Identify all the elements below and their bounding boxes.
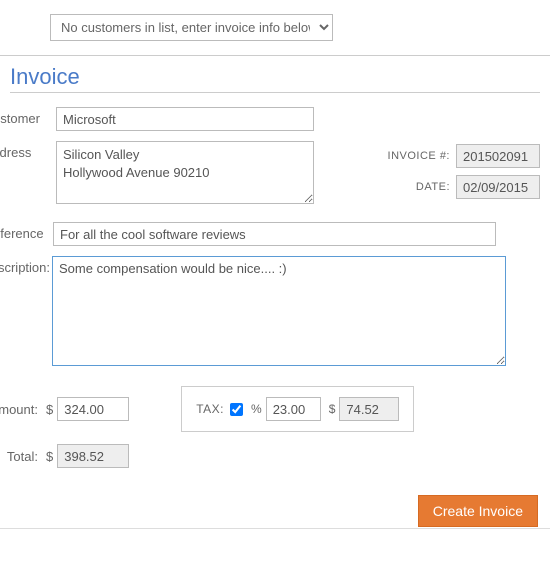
tax-box: TAX: % $ xyxy=(181,386,414,432)
tax-label: TAX: xyxy=(196,402,224,416)
customer-input[interactable] xyxy=(56,107,314,131)
address-input[interactable] xyxy=(56,141,314,204)
currency-symbol: $ xyxy=(46,402,53,417)
invoice-number-field xyxy=(456,144,540,168)
page-title: Invoice xyxy=(10,64,540,93)
date-field xyxy=(456,175,540,199)
total-label: Total: xyxy=(0,449,38,464)
reference-label: Reference: xyxy=(0,222,50,241)
customer-label: Customer: xyxy=(0,107,50,126)
tax-checkbox[interactable] xyxy=(230,403,243,416)
address-label: Address: xyxy=(0,141,50,160)
divider-bottom xyxy=(0,528,550,529)
total-field xyxy=(57,444,129,468)
amount-label: Amount: xyxy=(0,402,38,417)
currency-symbol-tax: $ xyxy=(329,402,336,416)
invoice-number-label: INVOICE #: xyxy=(388,150,450,162)
tax-amount-field xyxy=(339,397,399,421)
tax-percent-input[interactable] xyxy=(266,397,321,421)
date-label: DATE: xyxy=(416,181,450,193)
description-label: Description: xyxy=(0,256,50,275)
description-input[interactable] xyxy=(52,256,506,366)
amount-input[interactable] xyxy=(57,397,129,421)
create-invoice-button[interactable]: Create Invoice xyxy=(418,495,538,527)
percent-symbol: % xyxy=(251,402,262,416)
customer-dropdown[interactable]: No customers in list, enter invoice info… xyxy=(50,14,333,41)
currency-symbol-total: $ xyxy=(46,449,53,464)
reference-input[interactable] xyxy=(53,222,496,246)
